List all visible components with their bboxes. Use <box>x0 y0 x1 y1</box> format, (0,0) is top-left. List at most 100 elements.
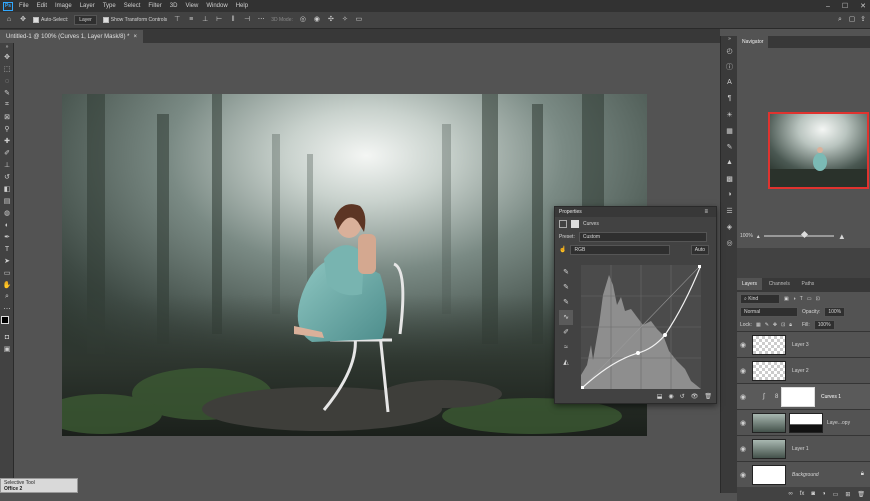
delete-layer-icon[interactable]: 🗑︎ <box>857 491 865 498</box>
layer-row[interactable]: ◉ Background 🔒︎ <box>737 461 870 487</box>
layer-name[interactable]: Layer 1 <box>792 446 809 452</box>
curves-graph[interactable] <box>580 264 702 391</box>
character-panel-icon[interactable]: A <box>721 75 738 90</box>
document-tab[interactable]: Untitled-1 @ 100% (Curves 1, Layer Mask/… <box>0 30 143 43</box>
rectangle-tool-icon[interactable]: ▭ <box>0 267 14 279</box>
align-bottom-icon[interactable]: ⊥ <box>201 16 209 24</box>
auto-button[interactable]: Auto <box>690 244 709 255</box>
quick-select-tool-icon[interactable]: ✎ <box>0 87 14 99</box>
layer-filter-dropdown[interactable]: ⌕ Kind <box>740 293 780 304</box>
history-brush-tool-icon[interactable]: ↺ <box>0 171 14 183</box>
workspace-icon[interactable]: ▢ <box>848 16 856 24</box>
lasso-tool-icon[interactable]: ◌ <box>0 75 14 87</box>
reset-icon[interactable]: ↺ <box>680 393 685 400</box>
align-left-icon[interactable]: ⊢ <box>215 16 223 24</box>
visibility-icon[interactable]: 👁︎ <box>691 393 699 400</box>
auto-select-dropdown[interactable]: Layer <box>74 15 97 25</box>
maximize-button[interactable]: ☐ <box>842 2 848 10</box>
frame-tool-icon[interactable]: ⊠ <box>0 111 14 123</box>
pen-tool-icon[interactable]: ✒ <box>0 231 14 243</box>
eye-icon[interactable]: ◉ <box>737 419 749 427</box>
blend-mode-dropdown[interactable]: Normal <box>740 306 798 317</box>
new-layer-icon[interactable]: ⊞ <box>845 491 850 498</box>
eye-icon[interactable]: ◉ <box>737 367 749 375</box>
minimize-button[interactable]: – <box>826 3 830 10</box>
delete-adjustment-icon[interactable]: 🗑︎ <box>704 393 712 400</box>
align-middle-icon[interactable]: ≡ <box>187 16 195 24</box>
color-swatches[interactable] <box>0 315 13 331</box>
foreground-color-swatch[interactable] <box>1 316 9 324</box>
add-mask-icon[interactable]: ◙ <box>811 491 815 497</box>
layer-name[interactable]: Layer 3 <box>792 342 809 348</box>
learn-panel-icon[interactable]: ☀ <box>721 107 738 122</box>
hand-tool-icon[interactable]: ✋ <box>0 279 14 291</box>
layer-mask-thumbnail[interactable] <box>781 386 815 407</box>
opacity-input[interactable]: 100% <box>824 306 846 317</box>
layer-name[interactable]: Background <box>792 472 819 478</box>
search-icon[interactable]: ⌕ <box>836 16 844 24</box>
screen-mode-icon[interactable]: ▣ <box>0 343 14 355</box>
preset-dropdown[interactable]: Custom <box>578 232 707 242</box>
menu-image[interactable]: Image <box>55 3 72 9</box>
eye-icon[interactable]: ◉ <box>737 471 749 479</box>
eyedropper-tool-icon[interactable]: ⚲ <box>0 123 14 135</box>
filter-adjustment-icon[interactable]: ◑ <box>793 296 796 302</box>
gray-point-eyedropper-icon[interactable]: ✎ <box>559 280 573 295</box>
tab-navigator[interactable]: Navigator <box>737 36 769 48</box>
menu-help[interactable]: Help <box>236 3 248 9</box>
styles-panel-icon[interactable]: ◈ <box>721 219 738 234</box>
share-icon[interactable]: ⇪ <box>859 16 867 24</box>
target-adjust-icon[interactable]: ☝ <box>559 246 566 253</box>
quick-mask-icon[interactable]: ◘ <box>0 331 14 343</box>
paragraph-panel-icon[interactable]: ¶ <box>721 91 738 106</box>
view-previous-icon[interactable]: ◉ <box>668 393 673 400</box>
dodge-tool-icon[interactable]: ◐ <box>0 219 14 231</box>
menu-file[interactable]: File <box>19 3 29 9</box>
properties-panel-icon[interactable]: ☰ <box>721 203 738 218</box>
3d-roll-icon[interactable]: ◉ <box>313 16 321 24</box>
navigator-preview[interactable] <box>768 112 869 189</box>
curve-edit-icon[interactable]: ∿ <box>559 310 573 325</box>
pencil-draw-icon[interactable]: ✐ <box>559 325 573 340</box>
layer-mask-thumbnail[interactable] <box>789 412 823 433</box>
channels-panel-icon[interactable]: ◎ <box>721 235 738 250</box>
layer-row[interactable]: ◉ Layer 1 <box>737 435 870 461</box>
type-tool-icon[interactable]: T <box>0 243 14 255</box>
zoom-in-icon[interactable]: ▲ <box>838 232 846 241</box>
menu-type[interactable]: Type <box>103 3 116 9</box>
3d-slide-icon[interactable]: ✧ <box>341 16 349 24</box>
blur-tool-icon[interactable]: ◍ <box>0 207 14 219</box>
close-window-button[interactable]: ✕ <box>860 2 866 10</box>
align-center-icon[interactable]: ‖ <box>229 16 237 24</box>
eraser-tool-icon[interactable]: ◧ <box>0 183 14 195</box>
channel-dropdown[interactable]: RGB <box>570 244 671 255</box>
filter-shape-icon[interactable]: ▭ <box>807 296 812 302</box>
3d-orbit-icon[interactable]: ◎ <box>299 16 307 24</box>
eye-icon[interactable]: ◉ <box>737 341 749 349</box>
toolbox-collapse-icon[interactable]: » <box>0 43 14 51</box>
lock-brush-icon[interactable]: ✎ <box>765 322 769 328</box>
layer-name[interactable]: Layer 2 <box>792 368 809 374</box>
curves-graph-svg[interactable] <box>580 264 702 390</box>
brush-tool-icon[interactable]: ✐ <box>0 147 14 159</box>
close-tab-icon[interactable]: × <box>133 34 137 40</box>
filter-type-icon[interactable]: T <box>800 296 803 302</box>
zoom-slider-handle[interactable] <box>800 230 808 239</box>
tab-channels[interactable]: Channels <box>764 278 795 290</box>
lock-artboard-icon[interactable]: ⊡ <box>781 322 785 328</box>
move-tool-icon[interactable]: ✥ <box>19 16 27 24</box>
marquee-tool-icon[interactable]: ⬚ <box>0 63 14 75</box>
gradient-tool-icon[interactable]: ▤ <box>0 195 14 207</box>
brushes-panel-icon[interactable]: ✎ <box>721 139 738 154</box>
clone-stamp-tool-icon[interactable]: ⊥ <box>0 159 14 171</box>
layer-name[interactable]: Laye...opy <box>827 420 850 426</box>
zoom-out-icon[interactable]: ▴ <box>757 233 760 240</box>
menu-select[interactable]: Select <box>124 3 141 9</box>
layer-row[interactable]: ◉ Layer 3 <box>737 331 870 357</box>
new-group-icon[interactable]: ▭ <box>833 491 839 498</box>
adjustments-panel-icon[interactable]: ◑ <box>721 187 738 202</box>
home-icon[interactable]: ⌂ <box>5 16 13 24</box>
swatches-panel-icon[interactable]: ▩ <box>721 171 738 186</box>
eye-icon[interactable]: ◉ <box>737 393 749 401</box>
filter-smart-object-icon[interactable]: ⊡ <box>816 296 820 302</box>
